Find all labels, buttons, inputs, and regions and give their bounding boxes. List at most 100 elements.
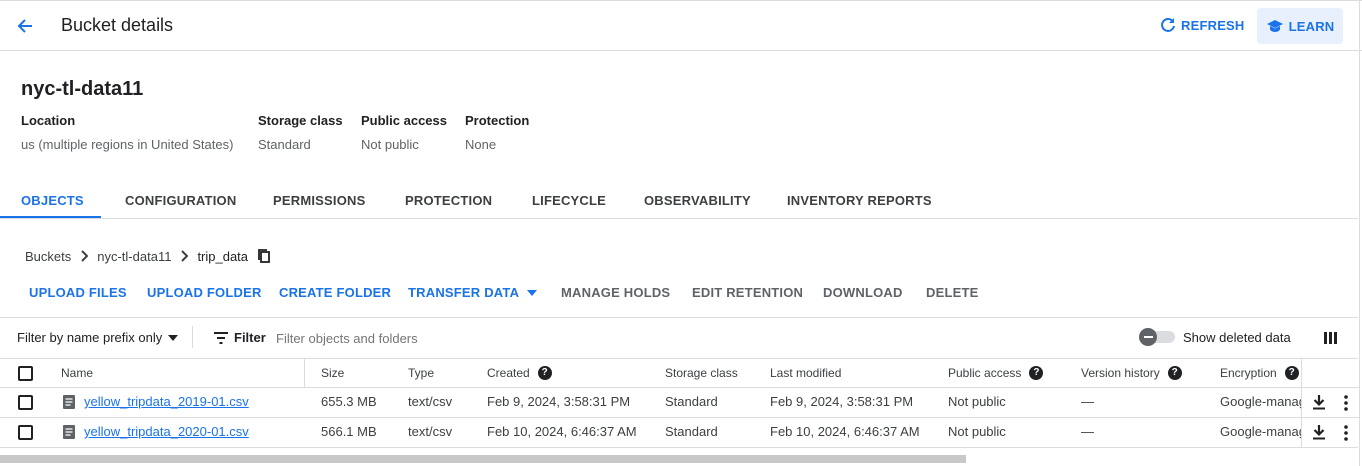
column-display-icon[interactable] (1324, 332, 1337, 344)
transfer-data-label: TRANSFER DATA (408, 285, 520, 300)
chevron-right-icon (80, 250, 89, 262)
show-deleted-label: Show deleted data (1183, 330, 1291, 345)
row-checkbox[interactable] (18, 425, 33, 440)
edit-retention-button[interactable]: EDIT RETENTION (692, 285, 803, 300)
top-bar (0, 0, 1362, 51)
help-icon[interactable]: ? (537, 366, 552, 380)
copy-icon[interactable] (257, 248, 271, 264)
horizontal-scrollbar-thumb[interactable] (0, 455, 966, 463)
column-resize-divider[interactable] (304, 359, 305, 388)
filter-separator (192, 326, 193, 348)
transfer-data-button[interactable]: TRANSFER DATA (408, 285, 538, 300)
filter-button[interactable]: Filter (214, 330, 266, 345)
learn-button[interactable]: LEARN (1257, 8, 1343, 44)
breadcrumb-current-folder: trip_data (197, 248, 249, 264)
table-row[interactable]: yellow_tripdata_2019-01.csv 655.3 MB tex… (0, 388, 1358, 417)
cell-version-history: — (1081, 394, 1094, 409)
column-header-created[interactable]: Created ? (487, 366, 552, 380)
row-actions-column (1301, 359, 1359, 447)
filter-label: Filter (234, 330, 266, 345)
tab-protection[interactable]: PROTECTION (405, 193, 492, 208)
more-vert-icon[interactable] (1344, 425, 1348, 441)
cell-created: Feb 10, 2024, 6:46:37 AM (487, 424, 637, 439)
column-header-encryption-label: Encryption (1220, 366, 1277, 380)
public-access-label: Public access (361, 113, 447, 128)
column-header-type[interactable]: Type (408, 366, 434, 380)
object-name-link[interactable]: yellow_tripdata_2020-01.csv (84, 424, 249, 439)
location-value: us (multiple regions in United States) (21, 137, 234, 152)
breadcrumb: Buckets nyc-tl-data11 trip_data (25, 248, 271, 264)
row-divider (0, 447, 1358, 448)
column-header-encryption[interactable]: Encryption ? (1220, 366, 1299, 380)
refresh-button[interactable]: REFRESH (1160, 17, 1245, 33)
tab-permissions[interactable]: PERMISSIONS (273, 193, 366, 208)
object-name-link[interactable]: yellow_tripdata_2019-01.csv (84, 394, 249, 409)
bucket-name: nyc-tl-data11 (21, 78, 144, 100)
dropdown-arrow-icon (527, 289, 538, 296)
show-deleted-toggle[interactable] (1139, 328, 1175, 346)
learn-label: LEARN (1288, 18, 1335, 34)
download-button[interactable]: DOWNLOAD (823, 285, 903, 300)
tab-observability[interactable]: OBSERVABILITY (644, 193, 751, 208)
protection-label: Protection (465, 113, 530, 128)
column-header-public-access[interactable]: Public access ? (948, 366, 1044, 380)
cell-encryption: Google-managed (1220, 394, 1302, 409)
create-folder-button[interactable]: CREATE FOLDER (279, 285, 391, 300)
storage-class-value: Standard (258, 137, 311, 152)
column-header-size[interactable]: Size (321, 366, 344, 380)
filter-input[interactable] (276, 328, 876, 348)
cell-last-modified: Feb 10, 2024, 6:46:37 AM (770, 424, 920, 439)
cell-type: text/csv (408, 394, 453, 409)
manage-holds-button[interactable]: MANAGE HOLDS (561, 285, 670, 300)
cell-storage-class: Standard (665, 394, 718, 409)
more-vert-icon[interactable] (1344, 395, 1348, 411)
help-icon[interactable]: ? (1284, 366, 1299, 380)
cell-created: Feb 9, 2024, 3:58:31 PM (487, 394, 631, 409)
filter-mode-select[interactable]: Filter by name prefix only (17, 330, 179, 345)
row-checkbox[interactable] (18, 395, 33, 410)
tab-objects[interactable]: OBJECTS (21, 193, 84, 208)
tabs-divider (0, 218, 1358, 219)
cell-last-modified: Feb 9, 2024, 3:58:31 PM (770, 394, 914, 409)
cell-storage-class: Standard (665, 424, 718, 439)
breadcrumb-bucket[interactable]: nyc-tl-data11 (97, 249, 171, 264)
page-right-border (1359, 0, 1360, 466)
select-all-checkbox[interactable] (18, 366, 33, 381)
column-header-created-label: Created (487, 366, 530, 380)
filter-top-divider (0, 317, 1358, 318)
breadcrumb-buckets[interactable]: Buckets (25, 249, 71, 264)
column-header-name[interactable]: Name (61, 366, 93, 380)
file-icon (63, 395, 75, 409)
column-header-version-history-label: Version history (1081, 366, 1160, 380)
storage-class-label: Storage class (258, 113, 343, 128)
cell-size: 655.3 MB (321, 394, 377, 409)
table-row[interactable]: yellow_tripdata_2020-01.csv 566.1 MB tex… (0, 418, 1358, 447)
download-icon[interactable] (1312, 424, 1326, 440)
cell-type: text/csv (408, 424, 453, 439)
column-header-last-modified[interactable]: Last modified (770, 366, 841, 380)
school-icon (1266, 19, 1284, 33)
cell-version-history: — (1081, 424, 1094, 439)
back-arrow-icon[interactable] (15, 16, 35, 36)
column-header-version-history[interactable]: Version history ? (1081, 366, 1182, 380)
public-access-value: Not public (361, 137, 419, 152)
delete-button[interactable]: DELETE (926, 285, 978, 300)
help-icon[interactable]: ? (1167, 366, 1182, 380)
upload-files-button[interactable]: UPLOAD FILES (29, 285, 127, 300)
tab-configuration[interactable]: CONFIGURATION (125, 193, 236, 208)
cell-public-access: Not public (948, 424, 1006, 439)
tab-inventory-reports[interactable]: INVENTORY REPORTS (787, 193, 932, 208)
upload-folder-button[interactable]: UPLOAD FOLDER (147, 285, 262, 300)
protection-value: None (465, 137, 497, 152)
dropdown-arrow-icon (168, 334, 179, 341)
location-label: Location (21, 113, 76, 128)
column-header-storage-class[interactable]: Storage class (665, 366, 738, 380)
filter-icon (214, 331, 228, 344)
download-icon[interactable] (1312, 394, 1326, 410)
column-header-public-access-label: Public access (948, 366, 1022, 380)
tab-lifecycle[interactable]: LIFECYCLE (532, 193, 606, 208)
help-icon[interactable]: ? (1029, 366, 1044, 380)
refresh-icon (1160, 17, 1176, 33)
cell-encryption: Google-managed (1220, 424, 1302, 439)
chevron-right-icon (180, 250, 189, 262)
